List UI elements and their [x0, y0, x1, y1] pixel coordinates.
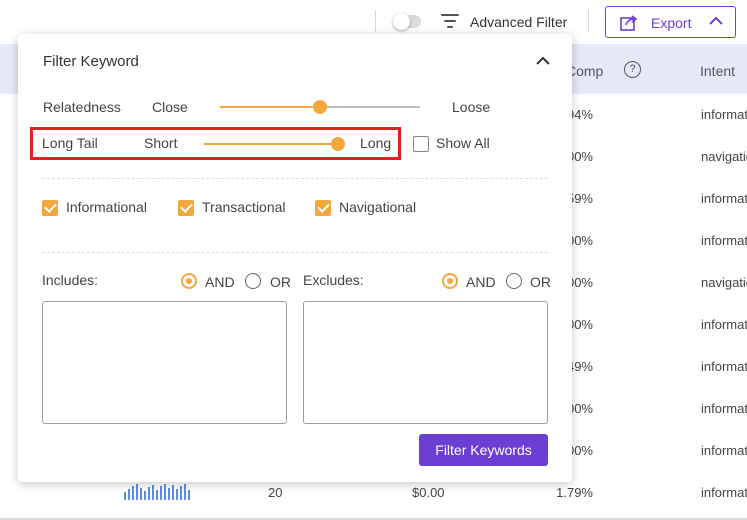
show-all-label[interactable]: Show All — [436, 135, 490, 151]
includes-or-label[interactable]: OR — [270, 274, 291, 290]
excludes-input[interactable] — [303, 301, 548, 424]
transactional-label[interactable]: Transactional — [202, 199, 286, 215]
export-button[interactable]: Export — [605, 6, 736, 38]
long-tail-min-label: Short — [144, 135, 178, 151]
excludes-label: Excludes: — [303, 272, 364, 288]
show-all-checkbox[interactable] — [413, 136, 429, 152]
intent-cell: informational — [701, 401, 747, 416]
filter-keywords-button[interactable]: Filter Keywords — [419, 434, 548, 466]
long-tail-label: Long Tail — [42, 135, 98, 151]
filter-lines-icon[interactable] — [441, 14, 459, 28]
toolbar-divider — [588, 10, 589, 32]
intent-cell: informational — [701, 359, 747, 374]
help-icon[interactable]: ? — [624, 61, 641, 78]
intent-cell: informational — [701, 233, 747, 248]
advanced-filter-toggle[interactable] — [393, 13, 421, 30]
informational-label[interactable]: Informational — [66, 199, 147, 215]
toggle-knob — [393, 13, 410, 30]
intent-cell: informational — [701, 107, 747, 122]
includes-label: Includes: — [42, 272, 99, 288]
long-tail-slider-fill — [204, 143, 338, 145]
share-export-icon — [620, 15, 638, 31]
excludes-and-label[interactable]: AND — [466, 274, 496, 290]
includes-and-label[interactable]: AND — [205, 274, 235, 290]
relatedness-slider-handle[interactable] — [313, 100, 327, 114]
excludes-and-radio[interactable] — [442, 273, 458, 289]
relatedness-slider-track — [320, 106, 420, 108]
excludes-or-radio[interactable] — [506, 273, 522, 289]
informational-checkbox[interactable] — [42, 200, 58, 216]
long-tail-max-label: Long — [360, 135, 392, 151]
relatedness-max-label: Loose — [452, 99, 491, 115]
comp-cell: 1.79% — [556, 485, 593, 500]
intent-cell: informational — [701, 485, 747, 500]
advanced-filter-label[interactable]: Advanced Filter — [470, 14, 567, 30]
transactional-checkbox[interactable] — [178, 200, 194, 216]
trend-sparkline — [124, 484, 190, 500]
includes-and-radio[interactable] — [181, 273, 197, 289]
toolbar-divider — [375, 10, 376, 32]
includes-or-radio[interactable] — [245, 273, 261, 289]
panel-title: Filter Keyword — [43, 53, 139, 70]
section-divider — [42, 178, 548, 179]
navigational-checkbox[interactable] — [315, 200, 331, 216]
relatedness-slider-fill — [220, 106, 320, 108]
includes-input[interactable] — [42, 301, 287, 424]
long-tail-slider-handle[interactable] — [331, 137, 345, 151]
intent-cell: informational — [701, 317, 747, 332]
cpc-cell: $0.00 — [412, 485, 445, 500]
column-header-intent[interactable]: Intent — [700, 63, 735, 79]
navigational-label[interactable]: Navigational — [339, 199, 416, 215]
chevron-up-icon — [709, 16, 723, 25]
export-label: Export — [651, 15, 692, 31]
excludes-or-label[interactable]: OR — [530, 274, 551, 290]
volume-cell: 20 — [268, 485, 283, 500]
intent-cell: informational — [701, 191, 747, 206]
relatedness-label: Relatedness — [43, 99, 121, 115]
intent-cell: informational — [701, 443, 747, 458]
chevron-up-icon[interactable] — [536, 56, 550, 66]
intent-cell: navigational — [701, 275, 747, 290]
section-divider — [42, 252, 548, 253]
relatedness-min-label: Close — [152, 99, 188, 115]
filter-keyword-panel: Filter Keyword Relatedness Close Loose L… — [18, 34, 572, 482]
intent-cell: navigational — [701, 149, 747, 164]
